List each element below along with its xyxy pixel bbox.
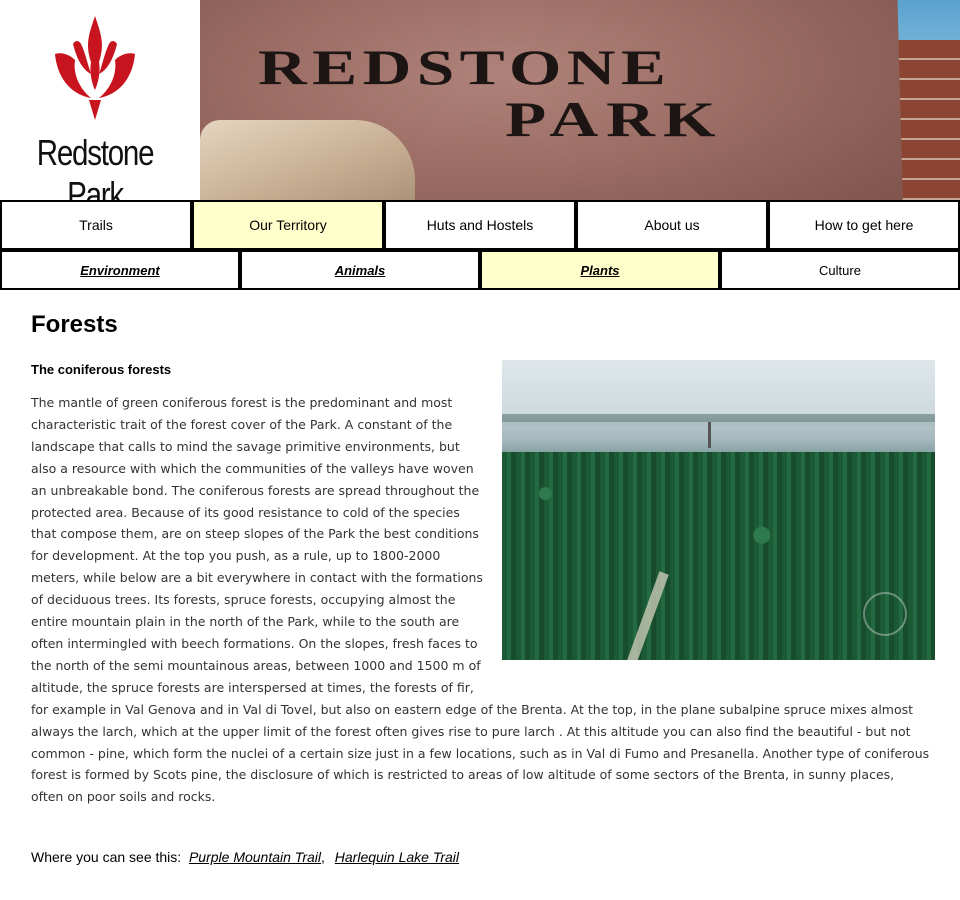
- main-nav: Trails Our Territory Huts and Hostels Ab…: [0, 200, 960, 250]
- banner-sign-line2: PARK: [505, 91, 724, 147]
- where-to-see: Where you can see this: Purple Mountain …: [31, 849, 460, 865]
- subnav-item-animals[interactable]: Animals: [240, 250, 480, 290]
- banner-sign-line1: REDSTONE: [258, 39, 672, 95]
- sub-nav: Environment Animals Plants Culture: [0, 250, 960, 290]
- subnav-item-culture[interactable]: Culture: [720, 250, 960, 290]
- subnav-item-environment[interactable]: Environment: [0, 250, 240, 290]
- nav-item-about-us[interactable]: About us: [576, 200, 768, 250]
- nav-item-our-territory[interactable]: Our Territory: [192, 200, 384, 250]
- where-to-see-label: Where you can see this:: [31, 849, 182, 865]
- trail-link-purple-mountain[interactable]: Purple Mountain Trail: [189, 849, 321, 865]
- logo[interactable]: Redstone Park: [0, 0, 200, 215]
- banner-image: REDSTONE PARK: [200, 0, 960, 200]
- section-subtitle: The coniferous forests: [31, 362, 172, 377]
- header: Redstone Park REDSTONE PARK: [0, 0, 960, 215]
- subnav-item-plants[interactable]: Plants: [480, 250, 720, 290]
- nav-item-trails[interactable]: Trails: [0, 200, 192, 250]
- body-paragraph: The mantle of green coniferous forest is…: [31, 395, 930, 805]
- trail-link-harlequin-lake[interactable]: Harlequin Lake Trail: [335, 849, 459, 865]
- page-title: Forests: [31, 311, 118, 338]
- nav-item-huts-and-hostels[interactable]: Huts and Hostels: [384, 200, 576, 250]
- nav-item-how-to-get-here[interactable]: How to get here: [768, 200, 960, 250]
- tulip-logo-icon: [55, 16, 135, 120]
